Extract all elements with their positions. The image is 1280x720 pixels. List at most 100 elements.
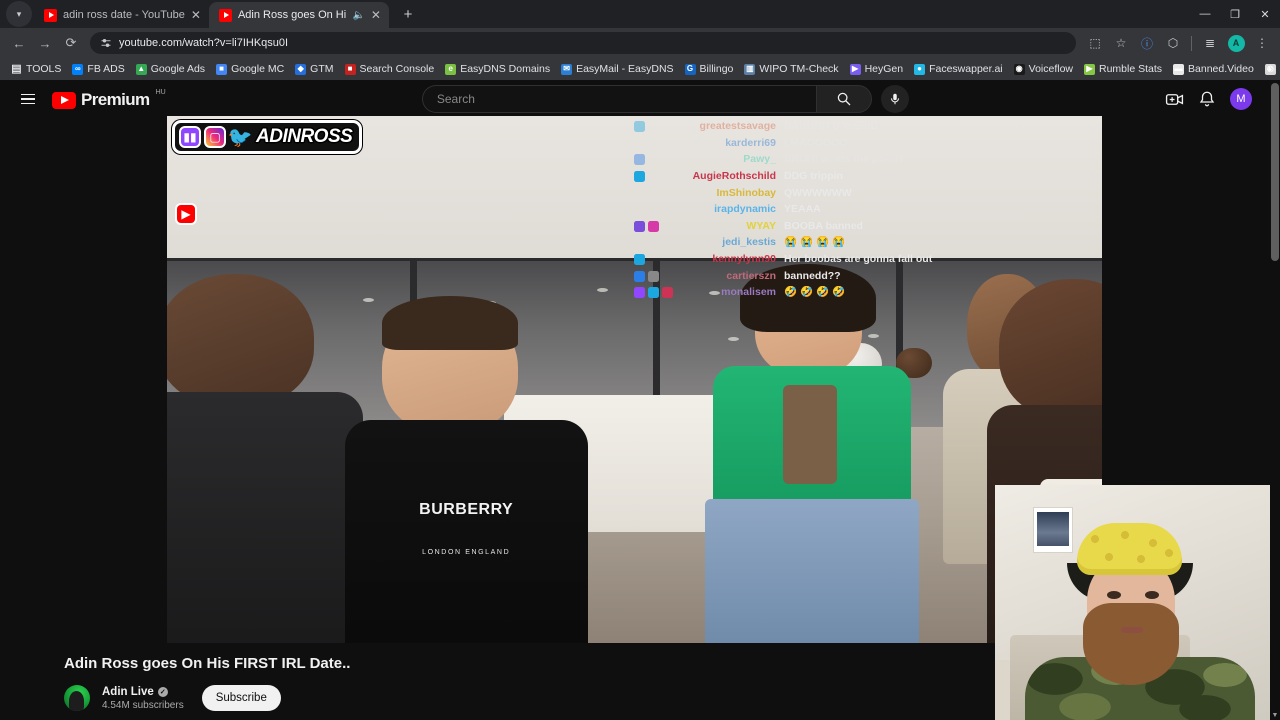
chat-text: DDG trippin [784,169,843,182]
bookmark-voiceflow[interactable]: ◉ Voiceflow [1009,61,1078,77]
bookmark-easydns-domains[interactable]: e EasyDNS Domains [440,61,555,77]
youtube-favicon [218,8,232,22]
chat-username: cartierszn [726,269,776,282]
sub-badge [634,170,645,182]
reload-button[interactable]: ⟳ [58,30,84,56]
close-icon[interactable]: ✕ [191,9,201,21]
extensions-puzzle-icon[interactable]: ⬡ [1161,31,1185,55]
browser-tab-1[interactable]: adin ross date - YouTube ✕ [34,2,209,28]
bookmarks-overflow-icon[interactable]: » [1269,62,1276,76]
bookmark-rumble-stats[interactable]: ▶ Rumble Stats [1079,61,1167,77]
bookmark-label: EasyDNS Domains [460,63,551,75]
back-button[interactable]: ← [6,30,32,56]
easymail-icon: ✉ [561,63,573,75]
heygen-icon: ▶ [849,63,861,75]
bucket-hat [1077,523,1182,575]
browser-tab-2[interactable]: Adin Ross goes On His FIRS 🔈 ✕ [208,2,389,28]
prime-badge [634,220,645,232]
bookmark-billingo[interactable]: G Billingo [680,61,739,77]
bookmark-search-console[interactable]: ■ Search Console [340,61,440,77]
page-scrollbar[interactable]: ▲ ▼ [1270,80,1280,720]
cast-icon[interactable]: ⬚ [1083,31,1107,55]
speaker-icon[interactable]: 🔈 [352,10,364,21]
twitter-icon: 🐦 [227,126,253,149]
chat-message: kennylynn90 Her boobas are gonna fall out [634,253,974,266]
chat-text: 🤣 🤣 🤣 🤣 [784,286,846,299]
bookmark-easymail-easydns[interactable]: ✉ EasyMail - EasyDNS [556,61,678,77]
account-avatar[interactable]: M [1230,88,1252,110]
search-box[interactable]: Search [421,85,872,113]
video-player[interactable]: BURBERRY LONDON ENGLAND ▮▮ ▶ ▢ 🐦 ADINROS… [167,116,1102,643]
channel-name-wrap[interactable]: Adin Live ✓ [102,686,184,698]
create-video-icon[interactable] [1165,90,1184,109]
youtube-icon: ▶ [175,203,197,225]
bookmark-faceswapper-ai[interactable]: ● Faceswapper.ai [909,61,1008,77]
browser-toolbar: ← → ⟳ youtube.com/watch?v=li7IHKqsu0I ⬚ … [0,28,1280,58]
site-settings-icon[interactable] [100,37,112,49]
bookmark-google-mc[interactable]: ■ Google MC [211,61,289,77]
chat-message: karderri69 LMAOOOOO [634,137,974,150]
bookmark-banned-video[interactable]: ▬ Banned.Video [1168,61,1259,77]
channel-avatar[interactable] [64,685,90,711]
window-controls: — ❐ ✕ [1190,0,1280,28]
bookmark-label: TOOLS [26,63,62,75]
new-tab-button[interactable]: + [395,1,421,27]
bookmark-star-icon[interactable]: ☆ [1109,31,1133,55]
scrollbar-thumb[interactable] [1271,83,1279,261]
reading-list-icon[interactable]: ≣ [1198,31,1222,55]
twitch-icon: ▮▮ [179,126,201,148]
youtube-favicon [44,8,57,22]
voiceflow-icon: ◉ [1013,63,1025,75]
forward-button[interactable]: → [32,30,58,56]
browser-window: ▾ adin ross date - YouTube ✕ Adin Ross g… [0,0,1280,720]
minimize-button[interactable]: — [1190,0,1220,28]
bookmark-tools[interactable]: ▤ TOOLS [6,61,66,77]
scroll-down-arrow[interactable]: ▼ [1270,710,1280,720]
chat-username: AugieRothschild [692,169,776,182]
bookmark-google-ads[interactable]: ▲ Google Ads [131,61,210,77]
adinross-overlay-banner: ▮▮ ▶ ▢ 🐦 ADINROSS [172,120,363,225]
instagram-icon: ▢ [204,126,226,148]
mod-badge [634,154,645,166]
masthead-right: M [1165,88,1268,110]
chat-message: irapdynamic YEAAA [634,203,974,216]
billingo-icon: G [684,63,696,75]
verified-badge-icon: ✓ [157,686,168,697]
toolbar-right-icons: ⬚ ☆ ⓘ ⬡ ≣ A ⋮ [1083,31,1274,55]
tab-search-button[interactable]: ▾ [6,1,32,27]
bookmark-heygen[interactable]: ▶ HeyGen [845,61,909,77]
mod-badge [634,270,645,282]
video-frame: BURBERRY LONDON ENGLAND ▮▮ ▶ ▢ 🐦 ADINROS… [167,116,1102,643]
bookmark-fb-ads[interactable]: ∞ FB ADS [67,61,129,77]
tab-title: adin ross date - YouTube [63,9,185,21]
chat-text: BOOBA banned [784,219,863,232]
chrome-menu-icon[interactable]: ⋮ [1250,31,1274,55]
channel-info: Adin Live ✓ 4.54M subscribers [102,686,184,711]
search-button[interactable] [815,85,872,113]
chat-message: monalisem 🤣 🤣 🤣 🤣 [634,286,974,299]
right-eye [1145,591,1159,599]
bookmark-label: Google Ads [150,63,206,75]
search-input[interactable]: Search [421,85,816,113]
close-window-button[interactable]: ✕ [1250,0,1280,28]
bell-icon[interactable] [1198,90,1216,108]
extension-badge-icon[interactable]: ⓘ [1135,31,1159,55]
hamburger-icon[interactable] [12,83,44,115]
youtube-page: Premium HU Search M BURBERRY LONDON ENGL… [0,80,1280,720]
address-bar[interactable]: youtube.com/watch?v=li7IHKqsu0I [90,32,1076,54]
profile-avatar[interactable]: A [1224,31,1248,55]
bookmark-label: Search Console [359,63,435,75]
youtube-premium-logo[interactable]: Premium HU [52,89,166,109]
chat-message: cartierszn bannedd?? [634,270,974,283]
bookmark-gtm[interactable]: ◆ GTM [290,61,338,77]
bookmark-wipo-tm-check[interactable]: ▥ WIPO TM-Check [739,61,843,77]
close-icon[interactable]: ✕ [371,9,381,21]
stream-chat-overlay: greatestsavage NAHHHH U WERID karderri69 LM… [621,120,974,299]
voice-search-button[interactable] [880,85,909,113]
maximize-button[interactable]: ❐ [1220,0,1250,28]
vip-badge [648,220,659,232]
subscribe-button[interactable]: Subscribe [201,685,281,711]
channel-row: Adin Live ✓ 4.54M subscribers Subscribe [64,685,914,711]
search-console-icon: ■ [344,63,356,75]
profile-initial: A [1227,34,1245,52]
